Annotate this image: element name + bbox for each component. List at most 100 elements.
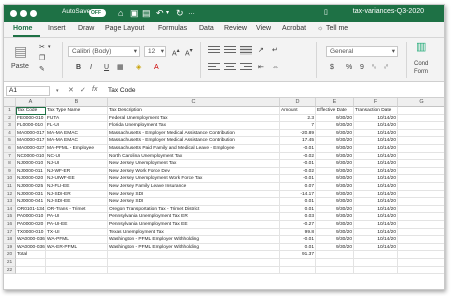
column-header[interactable]: D [280,98,316,107]
table-cell[interactable]: NJ-WF-ER [46,167,108,176]
table-cell[interactable] [398,153,444,161]
table-cell[interactable]: MA0000-027 [16,145,46,153]
table-cell[interactable]: 10/14/20 [354,221,398,229]
table-cell[interactable]: Massachusetts - Employer Medical Assista… [108,129,280,138]
table-cell[interactable]: 0.07 [280,183,316,191]
table-cell[interactable]: 10/14/20 [354,213,398,221]
table-cell[interactable]: NJ-UI [46,160,108,168]
formula-input[interactable]: Tax Code [108,87,135,94]
table-cell[interactable]: 0.03 [280,213,316,221]
table-cell[interactable]: PA-UI [46,213,108,221]
table-cell[interactable]: NJ0000-025 [16,183,46,191]
row-header[interactable]: 21 [4,259,16,267]
align-left-icon[interactable] [208,63,220,72]
table-cell[interactable]: Washington - PFML Employer Withholding [108,236,280,244]
table-cell[interactable] [354,266,398,275]
table-cell[interactable]: -20.89 [280,129,316,138]
table-cell[interactable] [354,259,398,267]
table-cell[interactable]: 9/30/20 [316,205,354,214]
undo-dropdown-icon[interactable]: ▾ [166,7,169,19]
format-as-table-button[interactable]: Form [414,68,428,77]
tab-data[interactable]: Data [199,25,214,32]
table-cell[interactable]: NJ-SDI-ER [46,190,108,199]
table-cell[interactable] [398,198,444,206]
table-cell[interactable] [398,175,444,183]
table-cell[interactable]: Oregon Transportation Tax - Trimet Distr… [108,205,280,214]
table-cell[interactable]: Tax Type Name [46,107,108,115]
table-cell[interactable] [46,266,108,275]
table-cell[interactable]: PA0000-020 [16,221,46,229]
table-cell[interactable]: -0.01 [280,160,316,168]
table-cell[interactable]: New Jersey Unemployment Work Force Tax [108,175,280,183]
table-cell[interactable]: 9/30/20 [316,190,354,199]
table-cell[interactable]: 91.37 [280,251,316,259]
table-cell[interactable] [398,236,444,244]
table-cell[interactable] [398,213,444,221]
table-cell[interactable]: 9/30/20 [316,145,354,153]
decrease-font-icon[interactable]: A▾ [185,47,193,58]
row-header[interactable]: 8 [4,160,16,168]
table-cell[interactable]: 10/14/20 [354,236,398,244]
table-cell[interactable] [16,266,46,275]
number-format-dropdown[interactable]: General ▾ [326,46,398,57]
table-cell[interactable]: 10/14/20 [354,190,398,199]
undo-icon[interactable]: ↶ [156,7,164,19]
table-cell[interactable] [398,221,444,229]
table-cell[interactable]: 10/14/20 [354,145,398,153]
table-cell[interactable]: Transaction Date [354,107,398,115]
cancel-icon[interactable]: ✕ [68,86,74,94]
table-cell[interactable]: 9/30/20 [316,129,354,138]
table-cell[interactable] [316,266,354,275]
table-cell[interactable]: 10/14/20 [354,152,398,161]
table-cell[interactable] [108,251,280,259]
column-header[interactable]: B [46,98,108,107]
column-header[interactable]: A [16,98,46,107]
row-header[interactable]: 9 [4,167,16,176]
table-cell[interactable]: WA0000-036 [16,243,46,252]
merge-icon[interactable]: ⇔ [272,63,279,72]
paste-icon[interactable]: ▤ [14,43,27,59]
table-cell[interactable]: Tax Description [108,107,280,115]
borders-icon[interactable]: ▦ [117,63,124,72]
table-cell[interactable]: 10/14/20 [354,183,398,191]
tab-acrobat[interactable]: Acrobat [282,25,306,32]
italic-button[interactable]: I [90,63,92,72]
table-cell[interactable] [398,115,444,123]
column-header[interactable]: E [316,98,354,107]
table-cell[interactable]: 10/14/20 [354,137,398,145]
table-cell[interactable]: 10/14/20 [354,129,398,138]
table-cell[interactable] [16,259,46,267]
orientation-icon[interactable]: ↗ [258,46,264,55]
table-cell[interactable]: 10/14/20 [354,205,398,214]
bold-button[interactable]: B [76,63,81,72]
tab-draw[interactable]: Draw [78,25,94,32]
tell-me-search[interactable]: Tell me [326,25,348,32]
copy-icon[interactable]: ❐ [39,54,45,63]
table-cell[interactable]: -0.02 [280,152,316,161]
table-cell[interactable]: 0.01 [280,243,316,252]
table-cell[interactable] [316,259,354,267]
table-cell[interactable]: 9/30/20 [316,221,354,229]
table-cell[interactable] [108,259,280,267]
align-right-icon[interactable] [240,63,252,72]
table-cell[interactable]: Effective Date [316,107,354,115]
table-cell[interactable] [280,259,316,267]
table-cell[interactable]: 10/14/20 [354,160,398,168]
table-cell[interactable]: MA-MA EMAC [46,137,108,145]
fill-color-icon[interactable]: ◈ [136,63,141,72]
table-cell[interactable]: 9/30/20 [316,114,354,123]
table-cell[interactable] [280,266,316,275]
spreadsheet-grid[interactable]: A B C D E F G 1 Tax Code Tax Type Name Tax … [4,98,444,289]
table-cell[interactable]: 9/30/20 [316,213,354,221]
home-icon[interactable]: ⌂ [118,7,123,19]
table-cell[interactable]: New Jersey Unemployment Tax [108,160,280,168]
row-header[interactable]: 5 [4,137,16,145]
table-cell[interactable]: Federal Unemployment Tax [108,114,280,123]
table-cell[interactable] [46,251,108,259]
row-header[interactable]: 14 [4,205,16,214]
table-cell[interactable]: 2.3 [280,114,316,123]
table-cell[interactable]: MA-MA EMAC [46,129,108,138]
table-cell[interactable]: MA0000-017 [16,129,46,138]
table-cell[interactable]: Total [16,251,46,259]
autosave-toggle[interactable]: OFF [89,9,106,17]
